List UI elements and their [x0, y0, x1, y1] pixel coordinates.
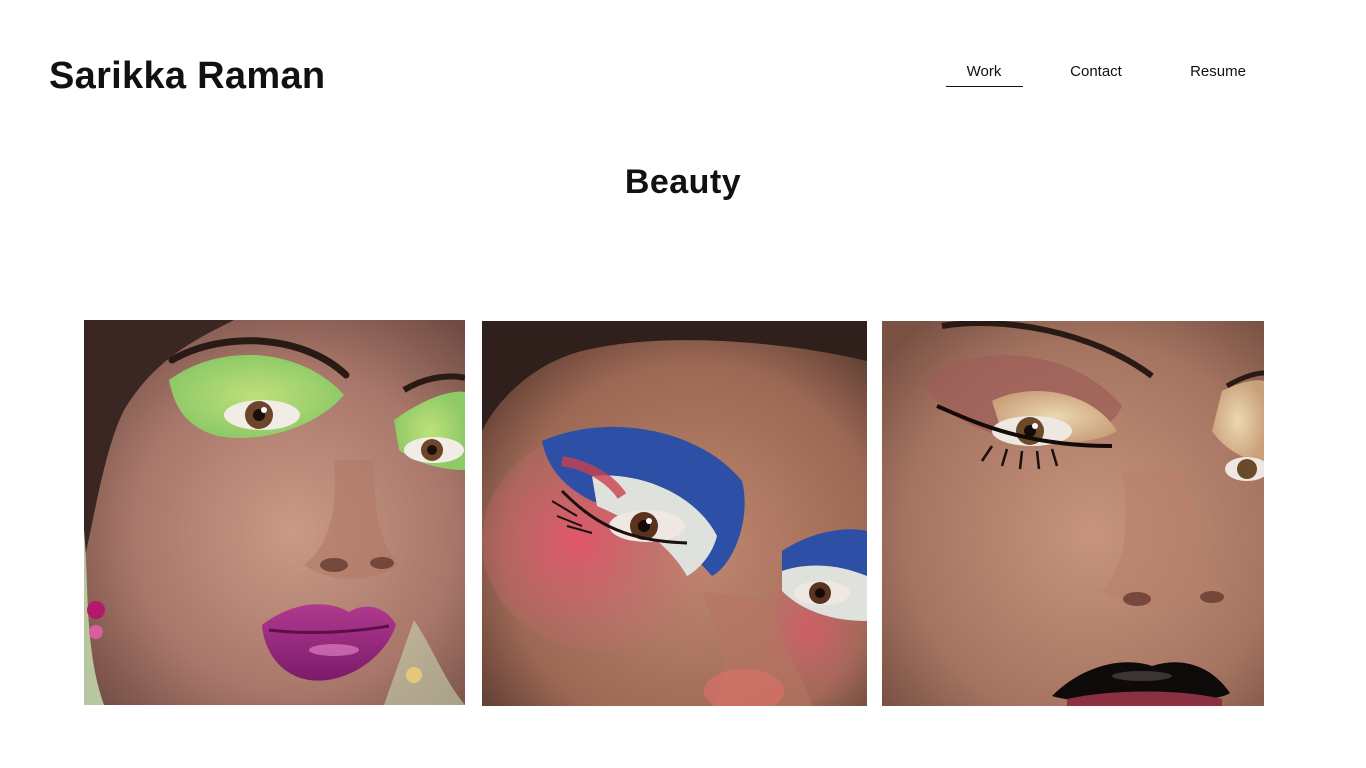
gallery-image-1[interactable] [84, 320, 465, 705]
active-nav-underline [946, 86, 1023, 87]
nav-item-contact[interactable]: Contact [1056, 60, 1136, 84]
portrait-blue-makeup-image [482, 321, 867, 706]
gallery-image-3[interactable] [882, 321, 1264, 706]
site-title[interactable]: Sarikka Raman [49, 53, 325, 99]
page: Sarikka Raman Work Contact Resume Beauty [0, 0, 1366, 768]
section-title: Beauty [624, 163, 742, 201]
nav-item-resume[interactable]: Resume [1178, 60, 1258, 84]
portrait-gold-makeup-image [882, 321, 1264, 706]
nav-item-work[interactable]: Work [946, 60, 1022, 84]
portrait-green-makeup-image [84, 320, 465, 705]
gallery-image-2[interactable] [482, 321, 867, 706]
